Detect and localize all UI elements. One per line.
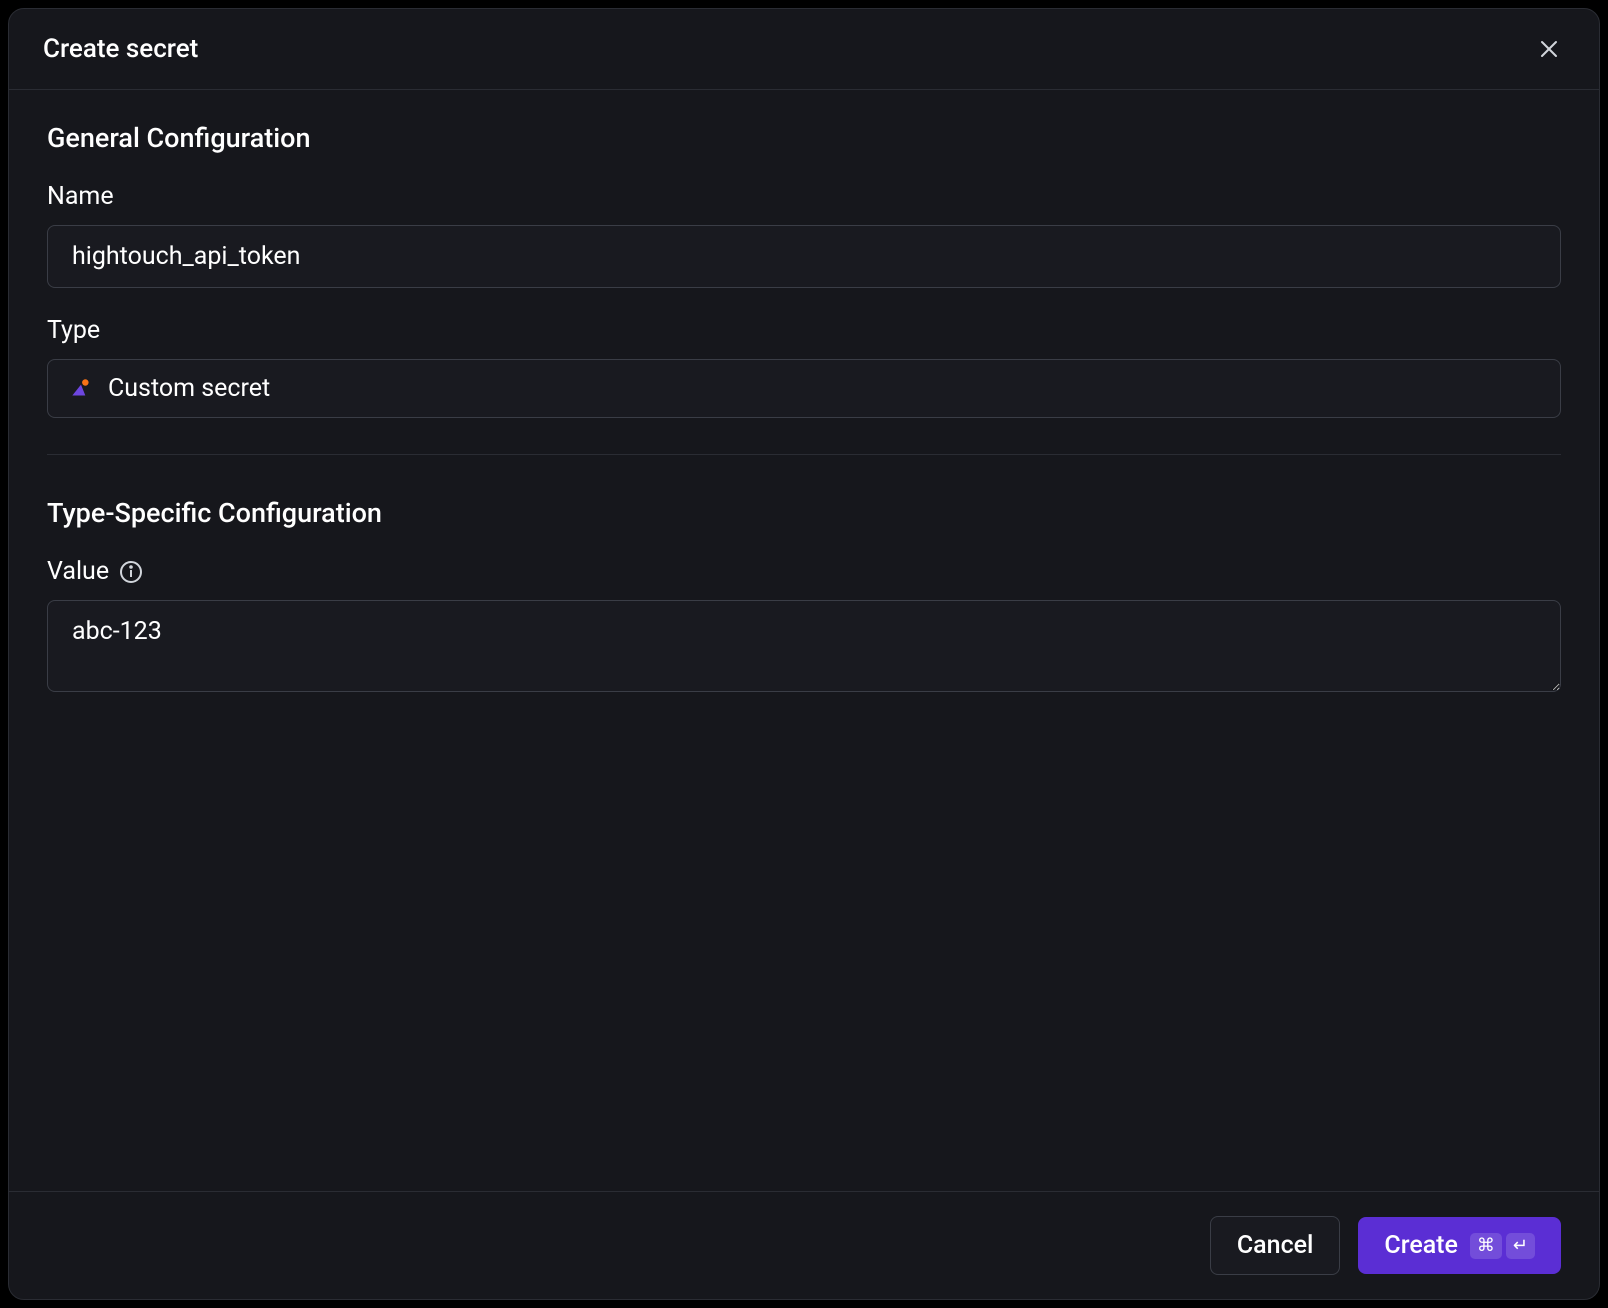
specific-config-title: Type-Specific Configuration	[47, 497, 1561, 529]
close-button[interactable]	[1533, 33, 1565, 65]
info-icon[interactable]	[119, 560, 143, 584]
value-label-text: Value	[47, 557, 109, 586]
value-field-group: Value	[47, 557, 1561, 696]
cancel-button[interactable]: Cancel	[1210, 1216, 1341, 1275]
type-selected-value: Custom secret	[108, 374, 270, 403]
type-field-group: Type Custom secret	[47, 316, 1561, 418]
name-input[interactable]	[47, 225, 1561, 288]
enter-key-icon: ↵	[1506, 1233, 1535, 1259]
close-icon	[1537, 37, 1561, 61]
create-button-label: Create	[1384, 1231, 1458, 1260]
dialog-title: Create secret	[43, 34, 198, 64]
type-label: Type	[47, 316, 1561, 345]
custom-secret-icon	[68, 376, 94, 402]
type-select[interactable]: Custom secret	[47, 359, 1561, 418]
value-label: Value	[47, 557, 1561, 586]
name-label: Name	[47, 182, 1561, 211]
dialog-header: Create secret	[9, 9, 1599, 90]
keyboard-shortcut: ⌘ ↵	[1470, 1233, 1535, 1259]
value-textarea[interactable]	[47, 600, 1561, 692]
name-field-group: Name	[47, 182, 1561, 288]
dialog-body: General Configuration Name Type Custom s…	[9, 90, 1599, 1191]
general-config-title: General Configuration	[47, 122, 1561, 154]
create-button[interactable]: Create ⌘ ↵	[1358, 1217, 1561, 1274]
section-divider	[47, 454, 1561, 455]
create-secret-dialog: Create secret General Configuration Name…	[8, 8, 1600, 1300]
dialog-footer: Cancel Create ⌘ ↵	[9, 1191, 1599, 1299]
cmd-key-icon: ⌘	[1470, 1233, 1502, 1259]
